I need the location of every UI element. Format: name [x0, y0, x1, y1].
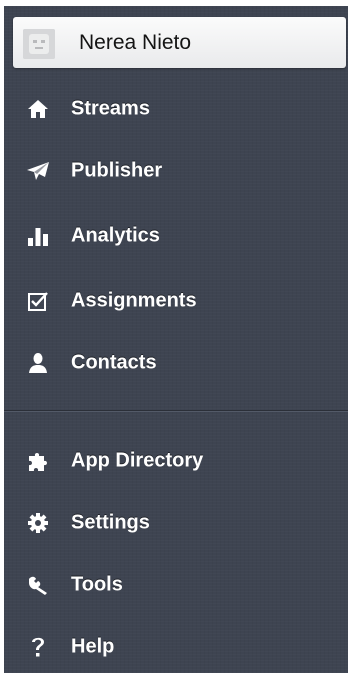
menu-item-analytics[interactable]: Analytics [4, 205, 348, 267]
avatar [23, 29, 55, 59]
person-icon [25, 350, 51, 376]
question-icon [25, 634, 51, 660]
menu-item-app-directory[interactable]: App Directory [4, 430, 348, 492]
paper-plane-icon [25, 158, 51, 184]
menu-item-label: App Directory [71, 449, 204, 472]
menu-item-assignments[interactable]: Assignments [4, 270, 348, 332]
bar-chart-icon [25, 223, 51, 249]
menu-item-label: Assignments [71, 289, 197, 312]
wrench-icon [25, 572, 51, 598]
menu-item-label: Streams [71, 97, 150, 120]
menu-item-tools[interactable]: Tools [4, 554, 348, 616]
menu-divider [4, 410, 348, 412]
gear-icon [25, 510, 51, 536]
home-icon [25, 96, 51, 122]
menu-item-label: Settings [71, 511, 150, 534]
menu-item-help[interactable]: Help [4, 616, 348, 678]
user-name: Nerea Nieto [79, 31, 192, 54]
sidebar: Nerea Nieto Streams Publisher Analytics … [4, 6, 348, 673]
menu-item-label: Tools [71, 573, 123, 596]
menu-item-contacts[interactable]: Contacts [4, 332, 348, 394]
menu-item-label: Contacts [71, 351, 157, 374]
menu-item-label: Analytics [71, 224, 160, 247]
menu-item-label: Help [71, 635, 115, 658]
menu-item-settings[interactable]: Settings [4, 492, 348, 554]
menu-item-streams[interactable]: Streams [4, 78, 348, 140]
checkbox-icon [25, 288, 51, 314]
user-profile-row[interactable]: Nerea Nieto [13, 17, 346, 68]
menu-item-publisher[interactable]: Publisher [4, 140, 348, 202]
menu-item-label: Publisher [71, 159, 163, 182]
puzzle-icon [25, 448, 51, 474]
avatar-placeholder-icon [23, 29, 55, 59]
